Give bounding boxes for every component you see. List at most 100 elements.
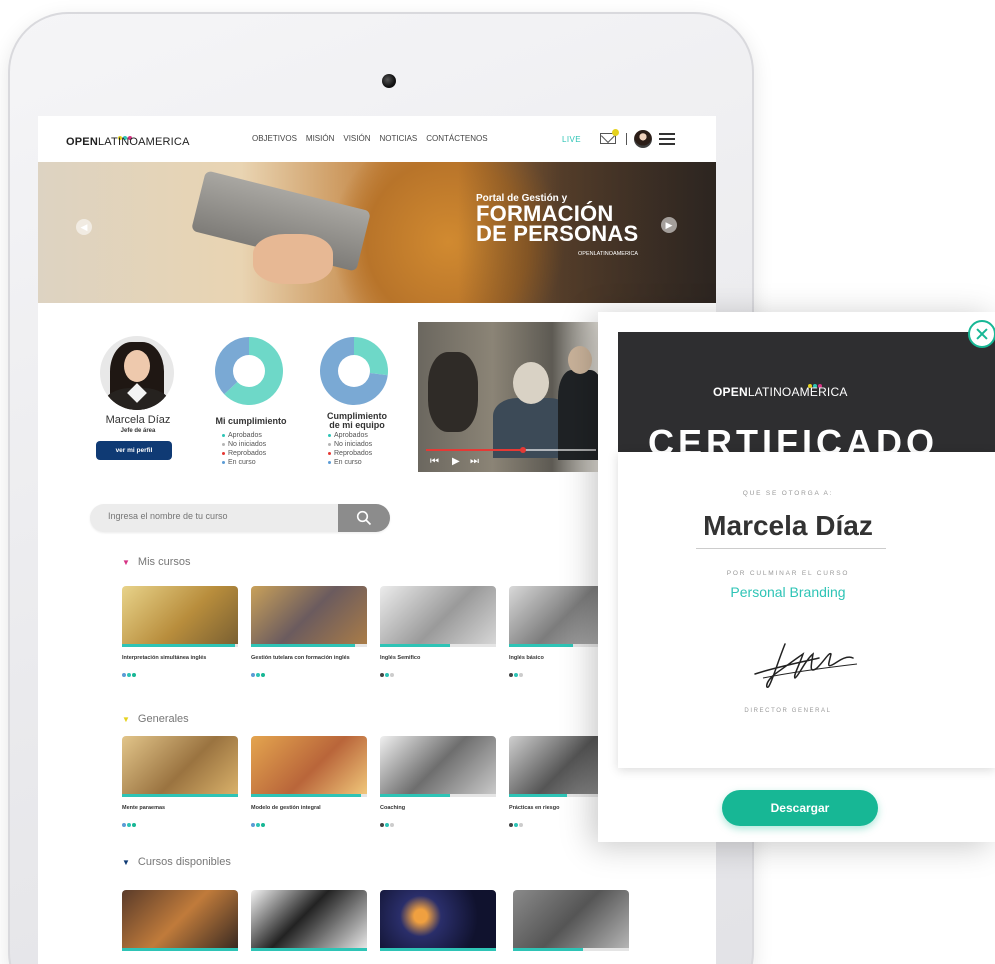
certificate-given-to: QUE SE OTORGA A:	[742, 490, 834, 497]
compliance-donut	[215, 337, 283, 405]
cert-logo-bold: OPEN	[713, 385, 748, 399]
video-scrubber[interactable]	[519, 447, 526, 453]
nav-noticias[interactable]: NOTICIAS	[379, 134, 417, 143]
course-title: Interpretación simultánea inglés	[122, 655, 207, 661]
course-thumbnail	[122, 736, 238, 794]
course-progress	[251, 644, 367, 647]
nav-contactenos[interactable]: CONTÁCTENOS	[426, 134, 487, 143]
donut-hole	[338, 355, 370, 387]
header-divider	[626, 133, 627, 145]
user-avatar[interactable]	[634, 130, 652, 148]
section-generales[interactable]: ▼ Generales	[122, 713, 189, 725]
certificate-course: Personal Branding	[730, 584, 846, 600]
course-title: Inglés Semifico	[380, 655, 421, 661]
section-cursos-disponibles[interactable]: ▼ Cursos disponibles	[122, 856, 231, 868]
section-title: Cursos disponibles	[137, 856, 231, 868]
certificate-for-course: POR CULMINAR EL CURSO	[726, 570, 850, 577]
course-progress	[380, 794, 496, 797]
camera-icon	[382, 74, 396, 88]
profile-name: Marcela Díaz	[105, 414, 171, 426]
course-progress	[513, 948, 629, 951]
logo-bold-text: OPEN	[66, 136, 98, 148]
course-card[interactable]: Mente paraemas	[122, 736, 238, 828]
section-title: Mis cursos	[137, 556, 191, 568]
course-meta	[380, 823, 496, 828]
course-card[interactable]	[122, 890, 238, 951]
course-search-input[interactable]	[108, 511, 328, 521]
course-thumbnail	[251, 586, 367, 644]
course-thumbnail	[122, 586, 238, 644]
close-icon[interactable]	[968, 320, 995, 348]
course-card[interactable]: Gestión tutelara con formación inglés	[251, 586, 367, 678]
legend-item: En curso	[328, 458, 372, 467]
course-thumbnail	[513, 890, 629, 948]
course-card[interactable]: Modelo de gestión integral	[251, 736, 367, 828]
video-progress-bar[interactable]	[426, 447, 596, 453]
certificate-recipient: Marcela Díaz	[703, 510, 873, 541]
course-progress	[122, 948, 238, 951]
course-card[interactable]: Coaching	[380, 736, 496, 828]
chevron-down-icon: ▼	[122, 558, 130, 567]
course-card[interactable]: Interpretación simultánea inglés	[122, 586, 238, 678]
nav-mision[interactable]: MISIÓN	[306, 134, 334, 143]
course-meta	[122, 823, 238, 828]
certificate-logo: OPENLATINOAMERICA	[713, 385, 848, 399]
hero-title: FORMACIÓN DE PERSONAS	[476, 203, 639, 246]
course-progress	[122, 644, 238, 647]
cert-logo-light: LATINOAMERICA	[747, 385, 848, 399]
menu-icon[interactable]	[659, 133, 675, 145]
logo-light-text: LATINOAMERICA	[97, 136, 190, 148]
download-button[interactable]: Descargar	[722, 790, 878, 826]
team-compliance-legend: Aprobados No iniciados Reprobados En cur…	[328, 431, 372, 467]
course-meta	[122, 673, 238, 678]
video-progress-fill	[426, 449, 523, 451]
hero-next-icon[interactable]: ▶	[661, 217, 677, 233]
course-card[interactable]	[513, 890, 629, 951]
certificate-director: DIRECTOR GENERAL	[744, 708, 832, 714]
hero-photo-hand	[253, 234, 333, 284]
profile-avatar	[100, 336, 174, 410]
course-search	[90, 504, 390, 532]
skip-back-icon[interactable]: ⏮	[430, 456, 439, 467]
stage: OPENLATINOAMERICA OBJETIVOS MISIÓN VISIÓ…	[0, 0, 995, 964]
nav-objetivos[interactable]: OBJETIVOS	[252, 134, 297, 143]
course-card[interactable]	[251, 890, 367, 951]
hero-title-line2: DE PERSONAS	[476, 221, 639, 246]
search-icon	[356, 510, 372, 526]
certificate-modal: OPENLATINOAMERICA CERTIFICADO QUE SE OTO…	[598, 312, 995, 842]
course-meta	[251, 823, 367, 828]
legend-item: Reprobados	[328, 449, 372, 458]
section-mis-cursos[interactable]: ▼ Mis cursos	[122, 556, 190, 568]
hero-prev-icon[interactable]: ◀	[76, 219, 92, 235]
course-title: Modelo de gestión integral	[251, 805, 321, 811]
course-progress	[380, 644, 496, 647]
course-thumbnail	[122, 890, 238, 948]
site-header: OPENLATINOAMERICA OBJETIVOS MISIÓN VISIÓ…	[38, 116, 716, 162]
legend-item: No iniciados	[222, 440, 266, 449]
legend-item: Aprobados	[328, 431, 372, 440]
live-link[interactable]: LIVE	[562, 135, 581, 144]
nav-vision[interactable]: VISIÓN	[343, 134, 370, 143]
chevron-down-icon: ▼	[122, 715, 130, 724]
course-card[interactable]: Inglés Semifico	[380, 586, 496, 678]
legend-item: No iniciados	[328, 440, 372, 449]
play-icon[interactable]: ▶	[452, 456, 460, 467]
logo-dots-icon	[118, 127, 138, 140]
search-button[interactable]	[338, 504, 390, 532]
course-card[interactable]	[380, 890, 496, 951]
course-meta	[380, 673, 496, 678]
course-progress	[380, 948, 496, 951]
certificate-divider	[696, 548, 886, 549]
compliance-title: Mi cumplimiento	[215, 416, 287, 426]
course-progress	[251, 948, 367, 951]
section-title: Generales	[137, 713, 189, 725]
legend-item: Aprobados	[222, 431, 266, 440]
signature-icon	[754, 643, 858, 688]
course-thumbnail	[251, 736, 367, 794]
skip-forward-icon[interactable]: ⏭	[470, 456, 479, 467]
team-title-line2: de mi equipo	[329, 420, 385, 430]
view-profile-button[interactable]: ver mi perfil	[96, 441, 172, 460]
notification-badge	[612, 129, 619, 136]
site-logo[interactable]: OPENLATINOAMERICA	[66, 136, 190, 148]
legend-item: Reprobados	[222, 449, 266, 458]
